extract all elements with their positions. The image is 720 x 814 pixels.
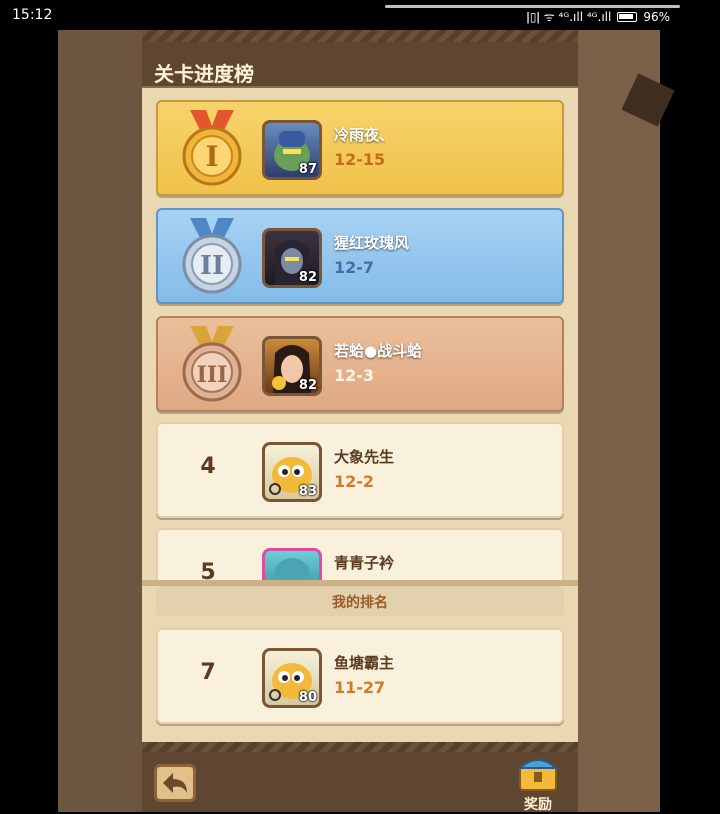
battery-icon — [617, 11, 638, 22]
player-stage: 12-15 — [334, 150, 386, 169]
player-stage: 11-27 — [334, 678, 386, 697]
bottom-bar: 奖励 — [142, 742, 578, 813]
avatar-level: 82 — [298, 378, 317, 393]
my-rank-header: 我的排名 — [156, 586, 564, 616]
status-bar: 15:12 ǀ▯ǀ ᯤ ⁴ᴳ.ıll ⁴ᴳ.ıll 96% — [0, 0, 720, 30]
back-button[interactable] — [154, 764, 196, 802]
rank-number: 4 — [200, 454, 216, 479]
background-right — [578, 30, 660, 812]
back-arrow-icon — [163, 773, 187, 793]
player-name: 若蛤●战斗蛤 — [334, 342, 423, 360]
player-name: 青青子衿 — [334, 554, 395, 572]
avatar[interactable]: 82 — [262, 336, 322, 396]
status-indicators: ǀ▯ǀ ᯤ ⁴ᴳ.ıll ⁴ᴳ.ıll 96% — [526, 8, 670, 25]
player-name: 冷雨夜、 — [334, 126, 395, 144]
player-stage: 12-2 — [334, 472, 375, 491]
reward-button[interactable]: 奖励 — [512, 750, 564, 813]
status-time: 15:12 — [12, 7, 53, 23]
avatar[interactable]: 87 — [262, 120, 322, 180]
avatar-level: 80 — [298, 690, 317, 705]
battery-level: 96% — [643, 9, 670, 24]
player-name: 大象先生 — [334, 448, 395, 466]
panel-title: 关卡进度榜 — [154, 62, 254, 86]
svg-text:I: I — [205, 140, 218, 173]
panel-header: 关卡进度榜 — [142, 30, 578, 88]
player-name: 猩红玫瑰风 — [334, 234, 410, 252]
avatar[interactable]: 83 — [262, 442, 322, 502]
player-stage: 12-7 — [334, 258, 375, 277]
avatar[interactable]: 82 — [262, 228, 322, 288]
rank-row-4[interactable]: 4 83 大象先生 12-2 — [156, 422, 564, 518]
gold-medal-icon: I — [182, 110, 242, 186]
svg-text:II: II — [200, 251, 224, 281]
rank-row-5[interactable]: 5 青青子衿 — [156, 528, 564, 580]
avatar-level: 87 — [298, 162, 317, 177]
my-rank-row[interactable]: 7 80 鱼塘霸主 11-27 — [156, 628, 564, 724]
leaderboard-panel: 关卡进度榜 I 87 冷雨夜、 12-15 II 82 猩红玫瑰风 12-7 I… — [142, 30, 578, 813]
reward-label: 奖励 — [524, 797, 552, 813]
my-rank-label: 我的排名 — [332, 595, 388, 611]
avatar-level: 83 — [298, 484, 317, 499]
rank-number: 7 — [200, 660, 216, 685]
hero-portrait-icon — [274, 558, 310, 580]
treasure-chest-icon — [517, 759, 559, 791]
player-name: 鱼塘霸主 — [334, 654, 395, 672]
svg-text:III: III — [197, 362, 228, 388]
avatar[interactable]: 80 — [262, 648, 322, 708]
rank-list[interactable]: I 87 冷雨夜、 12-15 II 82 猩红玫瑰风 12-7 III 82 … — [142, 88, 578, 580]
rank-row-2[interactable]: II 82 猩红玫瑰风 12-7 — [156, 208, 564, 304]
avatar[interactable] — [262, 548, 322, 580]
silver-medal-icon: II — [182, 218, 242, 294]
signal-icons: ǀ▯ǀ ᯤ ⁴ᴳ.ıll ⁴ᴳ.ıll — [526, 10, 612, 24]
rank-row-3[interactable]: III 82 若蛤●战斗蛤 12-3 — [156, 316, 564, 412]
bronze-medal-icon: III — [182, 326, 242, 402]
player-stage: 12-3 — [334, 366, 375, 385]
rank-row-1[interactable]: I 87 冷雨夜、 12-15 — [156, 100, 564, 196]
rank-number: 5 — [200, 560, 216, 580]
avatar-level: 82 — [298, 270, 317, 285]
